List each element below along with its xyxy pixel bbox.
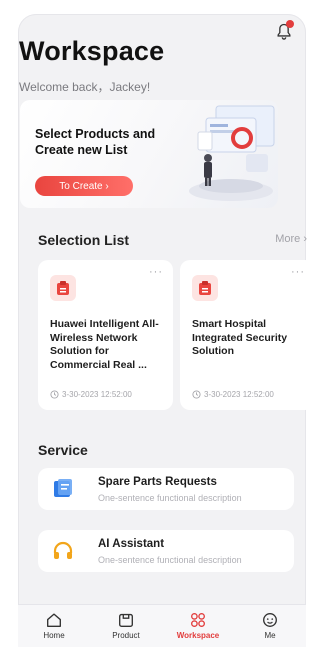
ai-assistant-item[interactable]: AI Assistant One-sentence functional des…: [38, 530, 294, 572]
tab-label: Workspace: [176, 631, 220, 640]
service-label: Spare Parts Requests: [98, 476, 217, 488]
tab-product[interactable]: Product: [90, 605, 162, 647]
service-title: Service: [38, 442, 88, 458]
clock-icon: [50, 390, 59, 399]
spare-parts-requests-item[interactable]: Spare Parts Requests One-sentence functi…: [38, 468, 294, 510]
tab-label: Product: [112, 631, 140, 640]
welcome-text: Welcome back，Jackey!: [19, 80, 151, 94]
product-icon: [119, 613, 133, 627]
notification-badge: [286, 20, 294, 28]
card-title: Smart Hospital Integrated Security Solut…: [192, 318, 288, 357]
bottom-tab-bar: Home Product Workspace Me: [18, 604, 306, 647]
tab-label: Home: [43, 631, 65, 640]
clock-icon: [192, 390, 201, 399]
selection-card[interactable]: ··· Smart Hospital Integrated Security S…: [180, 260, 315, 410]
banner-illustration: [189, 105, 275, 201]
to-create-button[interactable]: To Create ›: [35, 176, 133, 196]
page-title: Workspace: [19, 36, 165, 66]
card-time: 3-30-2023 12:52:00: [192, 390, 274, 399]
service-label: AI Assistant: [98, 538, 165, 550]
selection-list-title: Selection List: [38, 232, 130, 248]
tab-workspace[interactable]: Workspace: [162, 605, 234, 647]
service-desc: One-sentence functional description: [98, 555, 242, 565]
banner-text: Select Products and Create new List: [35, 127, 156, 157]
clipboard-icon: [192, 275, 218, 301]
card-time-text: 3-30-2023 12:52:00: [204, 390, 274, 399]
card-time: 3-30-2023 12:52:00: [50, 390, 132, 399]
card-more-icon[interactable]: ···: [149, 266, 163, 278]
card-title: Huawei Intelligent All-Wireless Network …: [50, 318, 159, 371]
tab-home[interactable]: Home: [18, 605, 90, 647]
service-desc: One-sentence functional description: [98, 493, 242, 503]
home-icon: [47, 613, 61, 627]
tab-me[interactable]: Me: [234, 605, 306, 647]
more-link[interactable]: More ›: [275, 233, 307, 245]
selection-card[interactable]: ··· Huawei Intelligent All-Wireless Netw…: [38, 260, 173, 410]
card-time-text: 3-30-2023 12:52:00: [62, 390, 132, 399]
card-more-icon[interactable]: ···: [291, 266, 305, 278]
me-icon: [263, 613, 277, 627]
tab-label: Me: [264, 631, 276, 640]
clipboard-icon: [50, 275, 76, 301]
workspace-icon: [191, 613, 205, 627]
headset-icon: [53, 541, 73, 559]
document-icon: [54, 479, 72, 497]
